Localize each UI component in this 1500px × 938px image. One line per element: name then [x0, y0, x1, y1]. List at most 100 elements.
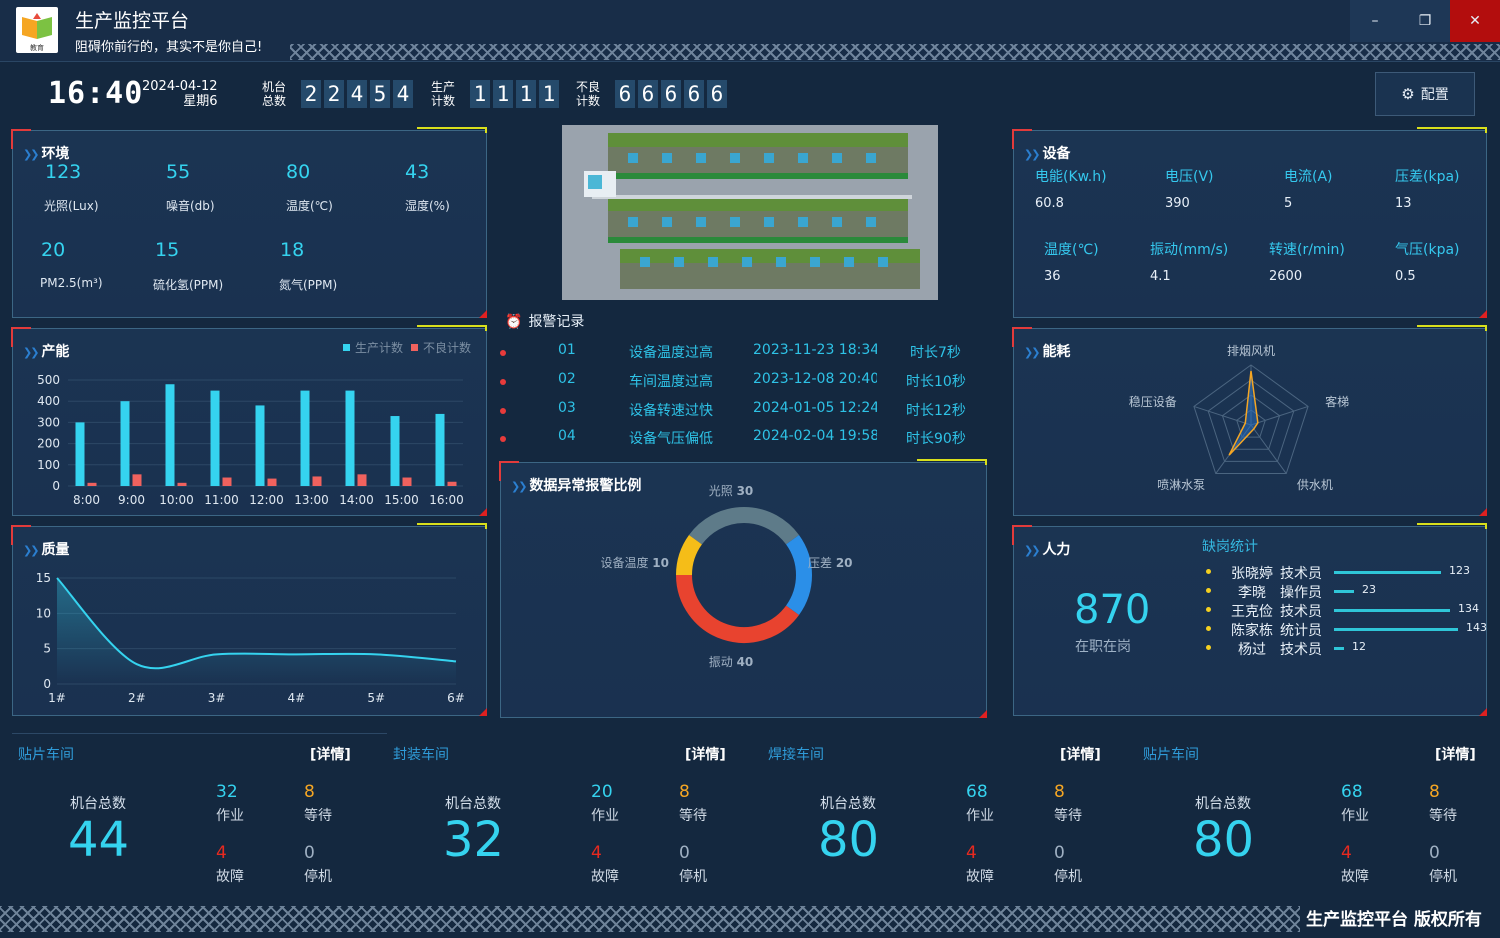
alarm-title: ⏰ 报警记录	[505, 314, 585, 330]
alarm-time: 2023-12-08 20:40	[753, 371, 877, 387]
workshop-card: 封装车间 [详情] 机台总数 32 20 作业 8 等待 4 故障 0 停机	[387, 736, 737, 896]
workshop-fault-label: 故障	[216, 869, 244, 885]
bar-defect	[177, 482, 187, 486]
radar-axis-label: 排烟风机	[1227, 344, 1275, 358]
alarm-time: 2024-02-04 19:58	[753, 428, 877, 444]
bar-production	[255, 405, 265, 486]
workshop-name: 封装车间	[393, 747, 449, 763]
digit: 2	[301, 80, 321, 108]
slice-label: 设备温度 10	[600, 555, 669, 570]
absent-row: 杨过 技术员 12	[1204, 639, 1484, 658]
alarm-duration: 时长7秒	[910, 345, 961, 361]
y-tick-label: 500	[37, 373, 60, 387]
absent-dot	[1206, 588, 1211, 593]
env-value: 43	[405, 161, 430, 183]
legend-label: 不良计数	[423, 340, 471, 355]
workshop-working-label: 作业	[591, 808, 619, 824]
device-label: 转速(r/min)	[1269, 242, 1345, 258]
bar-production	[75, 422, 85, 486]
workshop-total-label: 机台总数	[70, 796, 126, 812]
alarm-time: 2023-11-23 18:34	[753, 342, 877, 358]
absent-bar	[1334, 571, 1441, 574]
workshop-total-label: 机台总数	[445, 796, 501, 812]
bar-production	[165, 384, 175, 486]
absent-name: 李晓	[1238, 585, 1266, 601]
workshop-section: 贴片车间 [详情] 机台总数 44 32 作业 8 等待 4 故障 0 停机 封…	[0, 736, 1500, 896]
device-value: 390	[1165, 196, 1190, 211]
workshop-detail-link[interactable]: [详情]	[1060, 744, 1101, 764]
workshop-fault-label: 故障	[591, 869, 619, 885]
y-tick-label: 10	[36, 606, 51, 620]
absent-value: 123	[1449, 564, 1470, 577]
panel-title: ❯❯ 人力	[1024, 542, 1071, 558]
y-tick-label: 400	[37, 394, 60, 408]
bar-production	[120, 401, 130, 486]
app-title: 生产监控平台	[75, 10, 190, 32]
digit: 6	[615, 80, 635, 108]
minimize-button[interactable]: –	[1350, 0, 1400, 42]
radar-axis-label: 稳压设备	[1129, 394, 1177, 409]
hr-count-label: 在职在岗	[1075, 639, 1131, 655]
panel-tab	[417, 127, 487, 133]
device-label: 电压(V)	[1165, 169, 1214, 185]
x-tick-label: 2#	[128, 691, 146, 705]
y-tick-label: 100	[37, 458, 60, 472]
panel-corner	[1479, 310, 1487, 318]
absent-bar	[1334, 628, 1458, 631]
slice-label: 振动 40	[709, 655, 754, 669]
x-tick-label: 3#	[208, 691, 226, 705]
workshop-detail-link[interactable]: [详情]	[310, 744, 351, 764]
x-tick-label: 16:00	[429, 493, 464, 507]
digit: 5	[370, 80, 390, 108]
production-count-label: 生产 计数	[431, 80, 456, 108]
line-area	[57, 578, 456, 684]
energy-panel: ❯❯ 能耗 排烟风机 客梯 供水机 喷淋水泵 稳压设备	[1012, 325, 1487, 516]
env-value: 123	[45, 161, 82, 183]
device-value: 5	[1284, 196, 1293, 211]
alarm-row[interactable]: 01 设备温度过高 2023-11-23 18:34 时长7秒	[498, 342, 978, 366]
device-value: 2600	[1269, 269, 1303, 284]
absent-bar	[1334, 590, 1354, 593]
x-tick-label: 1#	[48, 691, 66, 705]
alarm-no: 02	[558, 371, 576, 387]
absent-role: 操作员	[1280, 585, 1322, 601]
workshop-fault: 4	[966, 843, 977, 863]
digit: 4	[347, 80, 367, 108]
y-tick-label: 300	[37, 415, 60, 429]
workshop-fault: 4	[216, 843, 227, 863]
digit: 2	[324, 80, 344, 108]
workshop-working-label: 作业	[966, 808, 994, 824]
config-button[interactable]: ⚙ 配置	[1375, 72, 1475, 116]
restore-button[interactable]: ❐	[1400, 0, 1450, 42]
workshop-fault-label: 故障	[966, 869, 994, 885]
workshop-detail-link[interactable]: [详情]	[685, 744, 726, 764]
alarm-row[interactable]: 04 设备气压偏低 2024-02-04 19:58 时长90秒	[498, 428, 978, 452]
close-button[interactable]: ✕	[1450, 0, 1500, 42]
workshop-waiting-label: 等待	[1429, 808, 1457, 824]
radar-series	[1228, 370, 1259, 456]
absent-value: 23	[1362, 583, 1376, 596]
alarm-desc: 设备温度过高	[629, 345, 713, 361]
workshop-divider	[12, 733, 387, 734]
device-label: 电流(A)	[1284, 169, 1333, 185]
absent-bar	[1334, 609, 1450, 612]
alarm-dot	[500, 436, 506, 442]
alarm-time: 2024-01-05 12:24	[753, 400, 877, 416]
donut-slice	[676, 574, 800, 643]
workshop-waiting: 8	[1054, 782, 1065, 802]
workshop-detail-link[interactable]: [详情]	[1435, 744, 1476, 764]
legend-swatch	[411, 344, 418, 351]
alarm-row[interactable]: 02 车间温度过高 2023-12-08 20:40 时长10秒	[498, 371, 978, 395]
y-tick-label: 0	[43, 677, 51, 691]
panel-corner	[479, 310, 487, 318]
device-value: 4.1	[1150, 269, 1171, 284]
slice-label: 光照 30	[709, 484, 754, 498]
alarm-row[interactable]: 03 设备转速过快 2024-01-05 12:24 时长12秒	[498, 400, 978, 424]
workshop-stop-label: 停机	[1054, 869, 1082, 885]
panel-title: ❯❯ 环境	[23, 146, 70, 162]
y-tick-label: 5	[43, 642, 51, 656]
bar-defect	[222, 477, 232, 486]
quality-panel: ❯❯ 质量 0 5 10 15 1# 2# 3# 4# 5# 6#	[11, 523, 487, 716]
workshop-stop: 0	[1054, 843, 1065, 863]
absent-name: 陈家栋	[1231, 623, 1273, 639]
